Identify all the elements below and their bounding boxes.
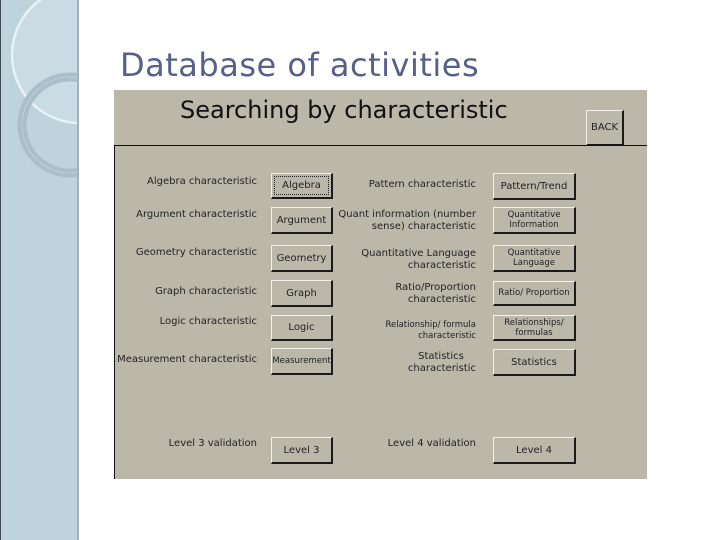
statistics-label-line1: Statistics xyxy=(418,351,464,362)
button-line1: Quantitative xyxy=(507,210,561,220)
graph-button[interactable]: Graph xyxy=(271,280,333,307)
quantitative-information-button[interactable]: Quantitative Information xyxy=(493,207,576,234)
button-line2: formulas xyxy=(515,327,553,338)
quantitative-language-label-line1: Quantitative Language xyxy=(361,248,476,259)
measurement-button[interactable]: Measurement xyxy=(271,348,333,375)
back-button[interactable]: BACK xyxy=(586,110,624,146)
graph-label: Graph characteristic xyxy=(155,286,257,297)
ratio-proportion-label-line2: characteristic xyxy=(407,294,476,305)
algebra-label: Algebra characteristic xyxy=(147,176,257,187)
ratio-proportion-label-line1: Ratio/Proportion xyxy=(395,282,476,293)
button-line2: Language xyxy=(513,258,555,268)
measurement-label: Measurement characteristic xyxy=(117,354,257,365)
button-line1: Relationships/ xyxy=(504,317,564,328)
level-3-validation-label: Level 3 validation xyxy=(168,438,257,449)
pattern-label: Pattern characteristic xyxy=(368,179,476,190)
pattern-trend-button[interactable]: Pattern/Trend xyxy=(493,173,576,200)
quantitative-language-label-line2: characteristic xyxy=(407,260,476,271)
search-form: Searching by characteristic BACK Algebra… xyxy=(114,90,647,479)
decorative-circles-icon xyxy=(10,0,77,178)
button-line1: Quantitative xyxy=(507,248,561,258)
relationship-formula-label-line2: characteristic xyxy=(418,331,476,341)
argument-button[interactable]: Argument xyxy=(271,207,333,234)
quantitative-language-label: Quantitative Language characteristic xyxy=(361,248,476,272)
quant-information-label-line1: Quant information (number xyxy=(338,209,476,220)
ratio-proportion-label: Ratio/Proportion characteristic xyxy=(395,282,476,306)
algebra-button[interactable]: Algebra xyxy=(271,173,333,199)
quant-information-label: Quant information (number sense) charact… xyxy=(338,209,476,233)
relationship-formula-label-line1: Relationship/ formula xyxy=(385,320,476,330)
relationship-formula-label: Relationship/ formula characteristic xyxy=(385,320,476,342)
form-heading: Searching by characteristic xyxy=(180,96,508,124)
relationships-formulas-button[interactable]: Relationships/ formulas xyxy=(493,315,576,341)
level-4-button[interactable]: Level 4 xyxy=(493,437,576,464)
logic-button[interactable]: Logic xyxy=(271,315,333,341)
ratio-proportion-button[interactable]: Ratio/ Proportion xyxy=(493,281,576,306)
geometry-label: Geometry characteristic xyxy=(135,247,257,258)
statistics-button[interactable]: Statistics xyxy=(493,349,576,376)
geometry-button[interactable]: Geometry xyxy=(271,245,333,272)
statistics-label: Statistics characteristic xyxy=(408,351,476,375)
quantitative-language-button[interactable]: Quantitative Language xyxy=(493,245,576,272)
level-4-validation-label: Level 4 validation xyxy=(387,438,476,449)
button-line2: Information xyxy=(509,220,559,230)
slide-title: Database of activities xyxy=(120,46,480,84)
logic-label: Logic characteristic xyxy=(159,316,257,327)
statistics-label-line2: characteristic xyxy=(407,363,476,374)
decorative-side-panel xyxy=(0,0,79,540)
form-border xyxy=(114,145,115,479)
header-divider xyxy=(114,145,647,146)
quant-information-label-line2: sense) characteristic xyxy=(371,221,476,232)
argument-label: Argument characteristic xyxy=(136,209,257,220)
level-3-button[interactable]: Level 3 xyxy=(271,437,333,464)
